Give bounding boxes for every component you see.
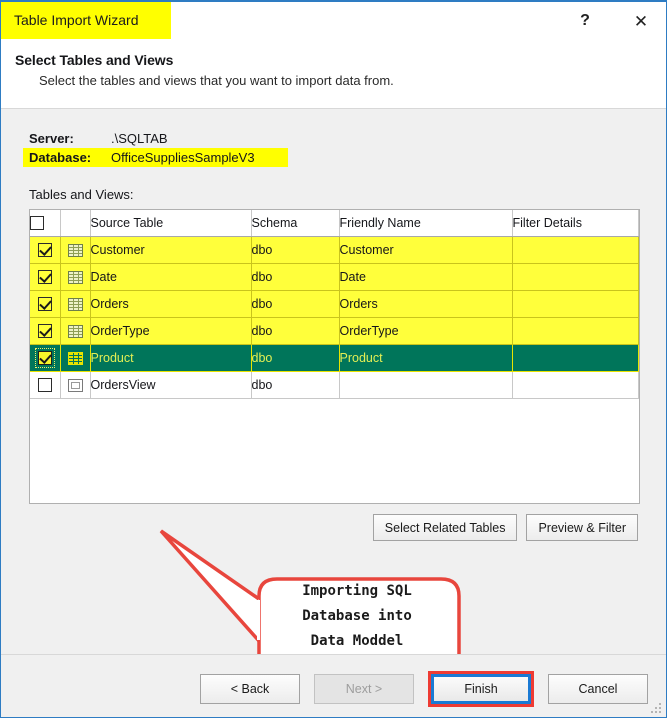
table-icon bbox=[67, 325, 83, 339]
cell-schema[interactable]: dbo bbox=[251, 290, 340, 318]
row-checkbox[interactable] bbox=[37, 378, 52, 393]
preview-and-filter-button[interactable]: Preview & Filter bbox=[526, 514, 638, 541]
select-all-header[interactable] bbox=[30, 210, 61, 237]
view-icon bbox=[67, 379, 83, 393]
navigation-buttons: < Back Next > Finish Cancel bbox=[200, 671, 648, 707]
cell-schema[interactable]: dbo bbox=[251, 317, 340, 345]
tables-and-views-label: Tables and Views: bbox=[29, 187, 134, 202]
table-row[interactable]: Date dbo Date bbox=[30, 263, 639, 291]
table-row[interactable]: Customer dbo Customer bbox=[30, 236, 639, 264]
annotation-line-3: Data Moddel bbox=[310, 633, 404, 649]
row-checkbox-cell[interactable] bbox=[30, 344, 61, 372]
cell-source-table[interactable]: OrdersView bbox=[90, 371, 252, 399]
table-icon bbox=[67, 298, 83, 312]
page-title: Select Tables and Views bbox=[15, 52, 174, 68]
annotation-line-2: Database into bbox=[302, 608, 412, 624]
row-icon-cell bbox=[60, 344, 91, 372]
row-checkbox-cell[interactable] bbox=[30, 317, 61, 345]
cell-friendly-name[interactable]: Orders bbox=[339, 290, 513, 318]
finish-button-highlight: Finish bbox=[428, 671, 534, 707]
dialog-footer: < Back Next > Finish Cancel bbox=[1, 654, 666, 717]
page-subtitle: Select the tables and views that you wan… bbox=[39, 73, 394, 88]
grid-body: Customer dbo Customer Date dbo Date Orders dbo O… bbox=[30, 236, 639, 399]
cell-schema[interactable]: dbo bbox=[251, 371, 340, 399]
table-import-wizard-window: Table Import Wizard ? ✕ Select Tables an… bbox=[0, 0, 667, 718]
table-icon bbox=[67, 352, 83, 366]
table-row[interactable]: Orders dbo Orders bbox=[30, 290, 639, 318]
window-controls: ? ✕ bbox=[570, 8, 656, 34]
cell-filter-details[interactable] bbox=[512, 317, 639, 345]
connection-info: Server: .\SQLTAB Database: OfficeSupplie… bbox=[23, 129, 288, 167]
cell-source-table[interactable]: Orders bbox=[90, 290, 252, 318]
row-icon-cell bbox=[60, 263, 91, 291]
cell-friendly-name[interactable] bbox=[339, 371, 513, 399]
row-icon-cell bbox=[60, 290, 91, 318]
server-label: Server: bbox=[29, 131, 74, 146]
cell-source-table[interactable]: OrderType bbox=[90, 317, 252, 345]
cell-friendly-name[interactable]: OrderType bbox=[339, 317, 513, 345]
row-checkbox[interactable] bbox=[37, 243, 52, 258]
cell-schema[interactable]: dbo bbox=[251, 344, 340, 372]
resize-grip[interactable] bbox=[649, 701, 661, 713]
annotation-text: Importing SQL Database into Data Moddel bbox=[267, 579, 447, 654]
column-header-filter-details[interactable]: Filter Details bbox=[512, 210, 639, 237]
row-icon-cell bbox=[60, 317, 91, 345]
table-row[interactable]: OrderType dbo OrderType bbox=[30, 317, 639, 345]
cell-schema[interactable]: dbo bbox=[251, 236, 340, 264]
icon-column-header bbox=[60, 210, 91, 237]
row-icon-cell bbox=[60, 371, 91, 399]
table-icon bbox=[67, 271, 83, 285]
cell-source-table[interactable]: Date bbox=[90, 263, 252, 291]
server-value: .\SQLTAB bbox=[111, 131, 168, 146]
dialog-body: Server: .\SQLTAB Database: OfficeSupplie… bbox=[1, 109, 666, 683]
cancel-button[interactable]: Cancel bbox=[548, 674, 648, 704]
select-all-checkbox[interactable] bbox=[30, 216, 44, 231]
cell-filter-details[interactable] bbox=[512, 344, 639, 372]
annotation-line-1: Importing SQL bbox=[302, 583, 412, 599]
page-header: Select Tables and Views Select the table… bbox=[1, 46, 666, 108]
grid-header-row: Source Table Schema Friendly Name Filter… bbox=[30, 210, 639, 237]
row-checkbox-cell[interactable] bbox=[30, 236, 61, 264]
cell-friendly-name[interactable]: Date bbox=[339, 263, 513, 291]
table-row[interactable]: OrdersView dbo bbox=[30, 371, 639, 399]
database-row: Database: OfficeSuppliesSampleV3 bbox=[23, 148, 288, 167]
grid-action-buttons: Select Related Tables Preview & Filter bbox=[372, 514, 638, 541]
server-row: Server: .\SQLTAB bbox=[29, 129, 288, 148]
close-icon[interactable]: ✕ bbox=[626, 8, 656, 34]
tables-grid[interactable]: Source Table Schema Friendly Name Filter… bbox=[29, 209, 640, 504]
cell-friendly-name[interactable]: Product bbox=[339, 344, 513, 372]
back-button[interactable]: < Back bbox=[200, 674, 300, 704]
row-checkbox[interactable] bbox=[37, 351, 52, 365]
row-checkbox[interactable] bbox=[37, 297, 52, 312]
database-value: OfficeSuppliesSampleV3 bbox=[111, 149, 255, 165]
cell-schema[interactable]: dbo bbox=[251, 263, 340, 291]
title-bar: Table Import Wizard ? ✕ bbox=[1, 2, 666, 46]
cell-source-table[interactable]: Customer bbox=[90, 236, 252, 264]
cell-source-table[interactable]: Product bbox=[90, 344, 252, 372]
table-row[interactable]: Product dbo Product bbox=[30, 344, 639, 372]
cell-filter-details[interactable] bbox=[512, 371, 639, 399]
finish-button[interactable]: Finish bbox=[431, 674, 531, 704]
next-button: Next > bbox=[314, 674, 414, 704]
row-icon-cell bbox=[60, 236, 91, 264]
cell-friendly-name[interactable]: Customer bbox=[339, 236, 513, 264]
select-related-tables-button[interactable]: Select Related Tables bbox=[372, 514, 518, 541]
row-checkbox-cell[interactable] bbox=[30, 371, 61, 399]
cell-filter-details[interactable] bbox=[512, 236, 639, 264]
column-header-source-table[interactable]: Source Table bbox=[90, 210, 252, 237]
window-title: Table Import Wizard bbox=[14, 12, 139, 28]
cell-filter-details[interactable] bbox=[512, 263, 639, 291]
row-checkbox-cell[interactable] bbox=[30, 263, 61, 291]
column-header-schema[interactable]: Schema bbox=[251, 210, 340, 237]
row-checkbox[interactable] bbox=[37, 270, 52, 285]
database-label: Database: bbox=[29, 149, 92, 165]
cell-filter-details[interactable] bbox=[512, 290, 639, 318]
row-checkbox-cell[interactable] bbox=[30, 290, 61, 318]
row-checkbox[interactable] bbox=[37, 324, 52, 339]
table-icon bbox=[67, 244, 83, 258]
checkbox-focus-ring bbox=[34, 348, 55, 368]
column-header-friendly-name[interactable]: Friendly Name bbox=[339, 210, 513, 237]
help-icon[interactable]: ? bbox=[570, 8, 600, 34]
